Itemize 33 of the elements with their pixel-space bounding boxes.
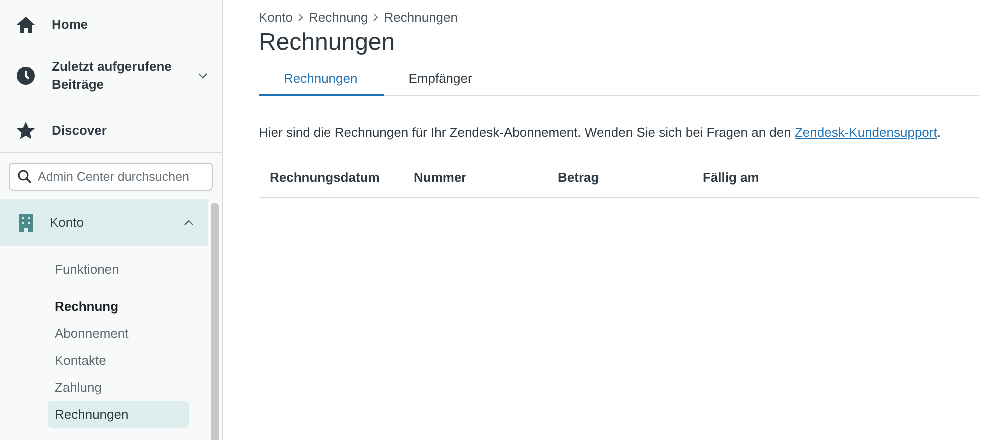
star-icon	[16, 121, 36, 141]
nav-item[interactable]: Discover	[0, 110, 222, 152]
nav-item[interactable]: Zuletzt aufgerufene Beiträge	[0, 46, 222, 106]
breadcrumb-link[interactable]: Konto	[259, 10, 293, 25]
tab[interactable]: Empfänger	[384, 61, 498, 96]
nav-subitem[interactable]: Zahlung	[48, 374, 189, 401]
clock-icon	[16, 66, 36, 86]
column-header: Fällig am	[703, 170, 760, 185]
tab[interactable]: Rechnungen	[259, 61, 384, 96]
breadcrumb-link[interactable]: Rechnung	[308, 10, 368, 25]
support-link[interactable]: Zendesk-Kundensupport	[794, 125, 938, 140]
search-icon	[18, 170, 32, 184]
chevron-icon	[184, 220, 194, 226]
column-header: Nummer	[414, 170, 468, 185]
home-icon	[16, 15, 36, 35]
column-header: Betrag	[558, 170, 600, 185]
page-title: Rechnungen	[259, 29, 396, 57]
column-header: Rechnungsdatum	[270, 170, 381, 185]
scrollbar-thumb[interactable]	[211, 203, 219, 440]
description-text: Hier sind die Rechnungen für Ihr Zendesk-Abonnement. Wenden Sie sich bei Fragen an den Zendesk-Kundensupport.	[259, 125, 942, 140]
chevron-right-icon	[298, 13, 304, 22]
chevron-icon	[198, 73, 208, 79]
nav-item[interactable]: Home	[0, 4, 222, 46]
breadcrumb-link[interactable]: Rechnungen	[384, 10, 458, 25]
building-icon	[18, 214, 34, 232]
nav-subitem[interactable]: Abonnement	[48, 320, 189, 347]
nav-subitem[interactable]: Kontakte	[48, 347, 189, 374]
nav-section[interactable]: Konto	[0, 199, 208, 246]
chevron-right-icon	[373, 13, 380, 22]
search-field[interactable]: Admin Center durchsuchen	[9, 163, 213, 191]
nav-group-heading: Rechnung	[54, 298, 120, 316]
nav-subitem[interactable]: Rechnungen	[48, 401, 189, 428]
nav-subitem[interactable]: Funktionen	[48, 256, 189, 283]
